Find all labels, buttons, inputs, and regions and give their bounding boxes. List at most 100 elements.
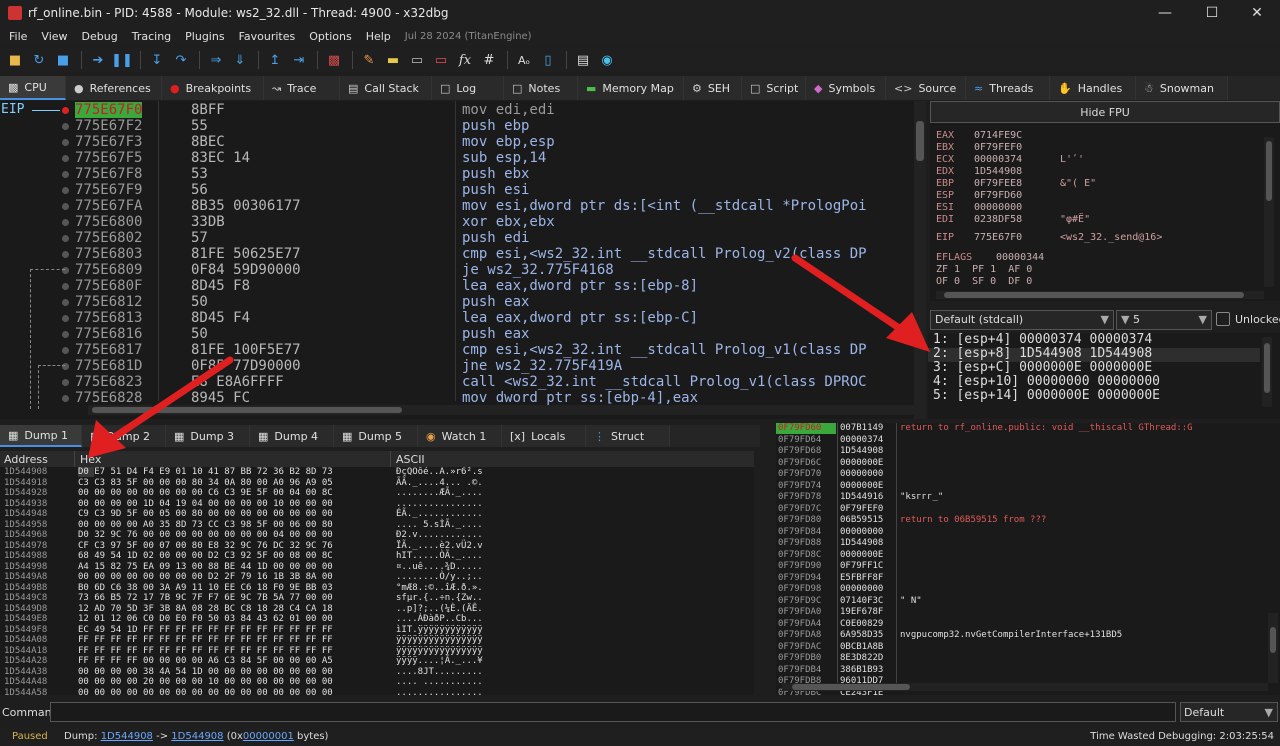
disassembly-row[interactable]: 775E67F9 56 push esi — [0, 182, 912, 198]
disassembly-row[interactable]: 775E6817 81FE 100F5E77 cmp esi,<ws2_32.int… — [0, 342, 912, 358]
register-row[interactable]: EIP 775E67F0 <ws2_32._send@16> — [936, 231, 1162, 244]
registers-hscroll[interactable] — [936, 291, 1264, 299]
tab-dump-2[interactable]: ▦ Dump 2 — [82, 425, 166, 447]
arguments-view[interactable]: 1: [esp+4] 00000374 00000374 2: [esp+8] … — [928, 333, 1280, 419]
tab-trace[interactable]: ↝ Trace — [264, 76, 340, 100]
hide-fpu-button[interactable]: Hide FPU — [930, 101, 1280, 123]
breakpoint-gutter-icon[interactable] — [62, 347, 69, 354]
maximize-button[interactable]: ☐ — [1189, 0, 1235, 26]
disassembly-row[interactable]: 775E67F3 8BEC mov ebp,esp — [0, 134, 912, 150]
dump-end-link[interactable]: 1D544908 — [171, 731, 223, 742]
disassembly-vscroll[interactable] — [914, 101, 926, 419]
hex-dump-view[interactable]: 1D544908 D0 E7 51 D4 F4 E9 01 10 41 87 BB… — [0, 467, 754, 695]
breakpoint-gutter-icon[interactable] — [62, 283, 69, 290]
argument-row[interactable]: 2: [esp+8] 1D544908 1D544908 — [933, 347, 1152, 361]
bookmark-icon[interactable]: ▭ — [430, 50, 452, 70]
command-input[interactable] — [50, 702, 1176, 722]
patch-icon[interactable]: ✎ — [358, 50, 380, 70]
dump-start-link[interactable]: 1D544908 — [101, 731, 153, 742]
argument-row[interactable]: 3: [esp+C] 0000000E 0000000E — [933, 361, 1152, 375]
disassembly-row[interactable]: 775E6803 81FE 50625E77 cmp esi,<ws2_32.int… — [0, 246, 912, 262]
disassembly-row[interactable]: 775E67FA 8B35 00306177 mov esi,dword ptr d… — [0, 198, 912, 214]
breakpoint-gutter-icon[interactable] — [62, 219, 69, 226]
disassembly-row[interactable]: 775E6816 50 push eax — [0, 326, 912, 342]
menu-file[interactable]: File — [2, 30, 34, 43]
menu-favourites[interactable]: Favourites — [232, 30, 303, 43]
calling-convention-select[interactable]: Default (stdcall) ▼ — [930, 310, 1114, 330]
breakpoint-gutter-icon[interactable] — [62, 331, 69, 338]
breakpoint-gutter-icon[interactable] — [62, 315, 69, 322]
tab-handles[interactable]: ✋ Handles — [1050, 76, 1136, 100]
calculator-icon[interactable]: ▤ — [572, 50, 594, 70]
ascii-column-header[interactable]: ASCII — [396, 453, 425, 466]
tab-notes[interactable]: □ Notes — [504, 76, 578, 100]
hex-column-header[interactable]: Hex — [80, 453, 101, 466]
command-mode-select[interactable]: Default ▼ — [1180, 702, 1278, 722]
tab-locals[interactable]: [x] Locals — [502, 425, 586, 447]
disassembly-row[interactable]: 775E680F 8D45 F8 lea eax,dword ptr ss:[ebp… — [0, 278, 912, 294]
globe-icon[interactable]: ◉ — [596, 50, 618, 70]
register-row[interactable]: EDI 0238DF58 "φ#Ë" — [936, 213, 1090, 226]
unlocked-checkbox[interactable] — [1216, 312, 1230, 326]
hash-icon[interactable]: # — [478, 50, 500, 70]
menu-options[interactable]: Options — [302, 30, 358, 43]
breakpoint-gutter-icon[interactable] — [62, 251, 69, 258]
dump-size-link[interactable]: 00000001 — [243, 731, 294, 742]
disassembly-row[interactable]: 775E6813 8D45 F4 lea eax,dword ptr ss:[ebp… — [0, 310, 912, 326]
argument-row[interactable]: 1: [esp+4] 00000374 00000374 — [933, 333, 1152, 347]
breakpoint-gutter-icon[interactable] — [62, 171, 69, 178]
tab-symbols[interactable]: ◆ Symbols — [806, 76, 886, 100]
step-into-icon[interactable]: ↧ — [146, 50, 168, 70]
restart-icon[interactable]: ↻ — [28, 50, 50, 70]
run-to-user-code-icon[interactable]: ⇥ — [288, 50, 310, 70]
tab-dump-5[interactable]: ▦ Dump 5 — [334, 425, 418, 447]
breakpoint-gutter-icon[interactable] — [62, 379, 69, 386]
tab-dump-3[interactable]: ▦ Dump 3 — [166, 425, 250, 447]
tab-source[interactable]: <> Source — [886, 76, 966, 100]
menu-debug[interactable]: Debug — [75, 30, 125, 43]
argument-count-spinbox[interactable]: ▼ 5 ▼ — [1116, 310, 1212, 330]
address-column-header[interactable]: Address — [4, 453, 48, 466]
disassembly-row[interactable]: 775E6823 E8 E8A6FFFF call <ws2_32.int __st… — [0, 374, 912, 390]
argument-row[interactable]: 4: [esp+10] 00000000 00000000 — [933, 375, 1160, 389]
tab-snowman[interactable]: ☃ Snowman — [1136, 76, 1228, 100]
label-icon[interactable]: ▭ — [406, 50, 428, 70]
breakpoint-gutter-icon[interactable] — [62, 107, 69, 114]
step-over-icon[interactable]: ↷ — [170, 50, 192, 70]
disassembly-hscroll[interactable] — [88, 405, 914, 415]
disassembly-row[interactable]: 775E6802 57 push edi — [0, 230, 912, 246]
breakpoint-gutter-icon[interactable] — [62, 123, 69, 130]
tab-references[interactable]: ● References — [66, 76, 162, 100]
disassembly-row[interactable]: 775E6812 50 push eax — [0, 294, 912, 310]
execute-till-return-icon[interactable]: ↥ — [264, 50, 286, 70]
breakpoint-gutter-icon[interactable] — [62, 395, 69, 402]
registers-vscroll[interactable] — [1264, 137, 1274, 287]
trace-over-icon[interactable]: ⇓ — [229, 50, 251, 70]
disassembly-row[interactable]: 775E67F8 53 push ebx — [0, 166, 912, 182]
tab-dump-1[interactable]: ▦ Dump 1 — [0, 425, 82, 447]
breakpoint-gutter-icon[interactable] — [62, 203, 69, 210]
menu-view[interactable]: View — [34, 30, 74, 43]
tab-call-stack[interactable]: ▤ Call Stack — [340, 76, 432, 100]
tab-watch-1[interactable]: ◉ Watch 1 — [418, 425, 502, 447]
stack-hscroll[interactable] — [782, 683, 1268, 691]
font-icon[interactable]: Aₒ — [513, 50, 535, 70]
breakpoint-gutter-icon[interactable] — [62, 187, 69, 194]
arguments-vscroll[interactable] — [1262, 337, 1272, 407]
run-icon[interactable]: ➔ — [87, 50, 109, 70]
disassembly-row[interactable]: 775E67F5 83EC 14 sub esp,14 — [0, 150, 912, 166]
function-icon[interactable]: fx — [454, 50, 476, 70]
breakpoint-gutter-icon[interactable] — [62, 155, 69, 162]
tab-breakpoints[interactable]: ● Breakpoints — [162, 76, 264, 100]
tab-memory-map[interactable]: ▬ Memory Map — [578, 76, 684, 100]
tab-struct[interactable]: ⋮ Struct — [586, 425, 670, 447]
tab-dump-4[interactable]: ▦ Dump 4 — [250, 425, 334, 447]
breakpoint-gutter-icon[interactable] — [62, 299, 69, 306]
scylla-icon[interactable]: ▩ — [323, 50, 345, 70]
minimize-button[interactable]: — — [1142, 0, 1188, 26]
disassembly-row[interactable]: 775E6800 33DB xor ebx,ebx — [0, 214, 912, 230]
stop-icon[interactable]: ■ — [52, 50, 74, 70]
tab-log[interactable]: □ Log — [432, 76, 504, 100]
disassembly-row[interactable]: 775E67F2 55 push ebp — [0, 118, 912, 134]
trace-into-icon[interactable]: ⇒ — [205, 50, 227, 70]
